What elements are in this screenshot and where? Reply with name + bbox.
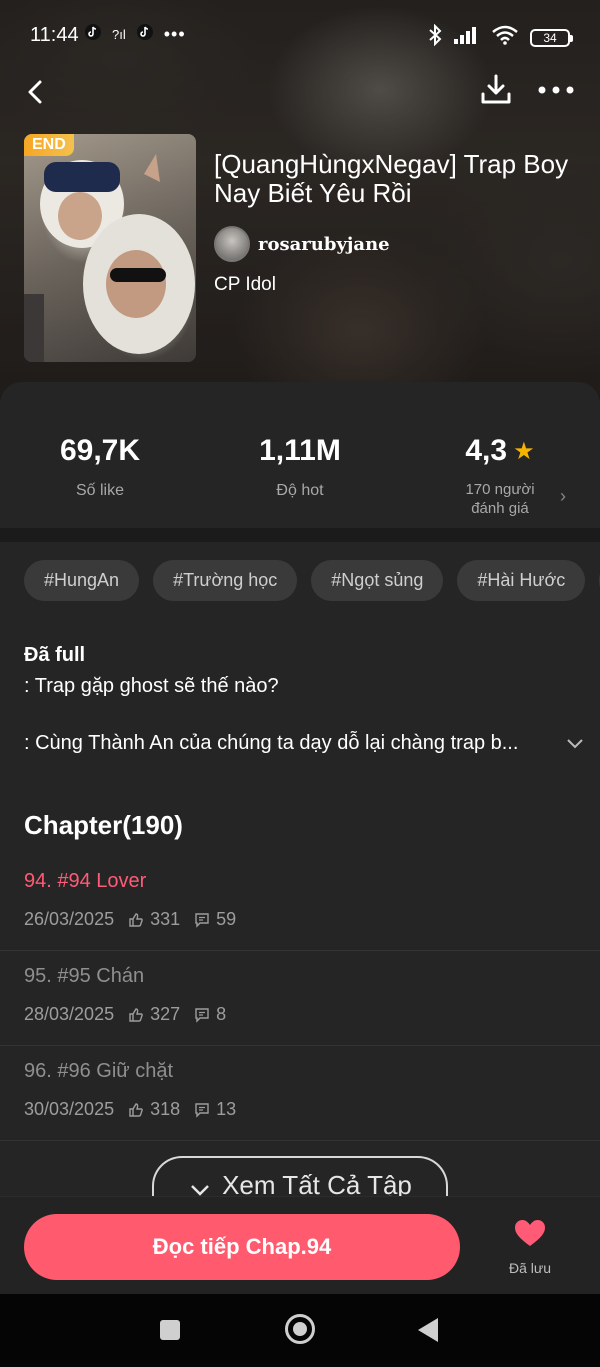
tiktok-icon xyxy=(136,23,154,46)
more-dots-icon: ••• xyxy=(163,24,186,44)
chapter-comments-count: 13 xyxy=(216,1099,237,1119)
tag-list: #HungAn #Trường học #Ngọt sủng #Hài Hước xyxy=(24,560,600,601)
comment-icon xyxy=(195,1102,209,1118)
chapter-comments-count: 59 xyxy=(216,909,237,929)
description-line-truncated: : Cùng Thành An của chúng ta dạy dỗ lại … xyxy=(24,732,584,755)
continue-reading-button[interactable]: Đọc tiếp Chap.94 xyxy=(24,1214,460,1280)
chapter-comments: 8 xyxy=(194,1004,226,1025)
tag-chip[interactable]: #Ngọt sủng xyxy=(311,560,444,601)
chapter-item[interactable]: 95. #95 Chán 28/03/2025 327 8 xyxy=(0,951,600,1046)
heart-icon xyxy=(515,1220,545,1246)
chapter-date: 30/03/2025 xyxy=(24,1099,115,1119)
rating-value: 4,3 xyxy=(465,434,508,467)
more-options-button[interactable] xyxy=(536,76,576,104)
description-line: : Trap gặp ghost sẽ thế nào? xyxy=(24,675,279,697)
chevron-right-icon[interactable]: › xyxy=(560,486,566,507)
chapter-comments: 59 xyxy=(194,909,236,930)
bottom-action-bar: Đọc tiếp Chap.94 Đã lưu xyxy=(0,1196,600,1294)
end-badge: END xyxy=(24,134,74,156)
comment-icon xyxy=(195,1007,209,1023)
home-button[interactable] xyxy=(285,1314,315,1344)
chapter-title: 96. #96 Giữ chặt xyxy=(24,1060,174,1082)
saved-label: Đã lưu xyxy=(508,1260,552,1276)
chapter-meta: 26/03/2025 331 59 xyxy=(24,909,576,930)
chapter-likes-count: 327 xyxy=(150,1004,181,1024)
tag-chip[interactable]: #HungAn xyxy=(24,560,140,601)
status-time: 11:44 xyxy=(30,24,79,46)
chevron-down-icon[interactable] xyxy=(566,738,584,750)
tag-chip[interactable]: #Trường học xyxy=(153,560,298,601)
story-title: [QuangHùngxNegav] Trap Boy Nay Biết Yêu … xyxy=(214,149,569,208)
stat-hot: 1,11M Độ hot xyxy=(200,434,400,500)
chapter-meta: 30/03/2025 318 13 xyxy=(24,1099,576,1120)
battery-level: 34 xyxy=(543,30,557,45)
rating-count: 170 người đánh giá xyxy=(400,480,600,518)
chapter-heading: Chapter(190) xyxy=(24,810,183,840)
chapter-date: 26/03/2025 xyxy=(24,909,115,929)
chapter-likes: 327 xyxy=(128,1004,180,1025)
top-nav xyxy=(0,70,600,114)
chapter-meta: 28/03/2025 327 8 xyxy=(24,1004,576,1025)
download-button[interactable] xyxy=(478,72,514,108)
chevron-left-icon xyxy=(28,80,42,104)
stat-likes: 69,7K Số like xyxy=(0,434,200,500)
chapter-comments-count: 8 xyxy=(216,1004,227,1024)
hot-value: 1,11M xyxy=(259,434,341,467)
wifi-icon xyxy=(492,25,518,50)
signal-icon xyxy=(454,26,480,49)
story-cover-image: END xyxy=(24,134,196,362)
status-right: 34 xyxy=(428,23,573,51)
author-name[interactable]: rosarubyjane xyxy=(258,234,390,255)
tiktok-icon xyxy=(84,23,102,46)
rating-count-line1: 170 người xyxy=(465,481,535,498)
comment-icon xyxy=(195,912,209,928)
cover-photo xyxy=(24,154,195,362)
stats-row: 69,7K Số like 1,11M Độ hot 4,3 ★ 170 ngư… xyxy=(0,382,600,528)
chapter-item[interactable]: 96. #96 Giữ chặt 30/03/2025 318 13 xyxy=(0,1046,600,1141)
thumbs-up-icon xyxy=(129,1007,143,1022)
stat-rating[interactable]: 4,3 ★ 170 người đánh giá xyxy=(400,434,600,518)
hot-label: Độ hot xyxy=(276,482,324,499)
author-avatar[interactable] xyxy=(214,226,250,262)
status-left-icons: ?ıl ••• xyxy=(84,23,186,46)
chapter-list: 94. #94 Lover 26/03/2025 331 59 95. #95 … xyxy=(0,856,600,1141)
story-category[interactable]: CP Idol xyxy=(214,274,276,296)
battery-icon: 34 xyxy=(530,28,573,47)
more-horizontal-icon xyxy=(538,86,574,94)
rating-row: 4,3 ★ xyxy=(400,434,600,468)
chapter-title: 95. #95 Chán xyxy=(24,965,145,987)
likes-label: Số like xyxy=(75,482,125,499)
section-divider xyxy=(0,528,600,542)
thumbs-up-icon xyxy=(129,1102,143,1117)
download-icon xyxy=(481,74,511,104)
chapter-likes-count: 318 xyxy=(150,1099,181,1119)
back-button[interactable] xyxy=(18,74,54,110)
system-nav-bar xyxy=(0,1294,600,1367)
chapter-likes: 331 xyxy=(128,909,180,930)
saved-button[interactable]: Đã lưu xyxy=(500,1219,560,1276)
author-row[interactable]: rosarubyjane xyxy=(214,226,390,262)
chapter-likes: 318 xyxy=(128,1099,180,1120)
description-title: Đã full xyxy=(24,644,86,666)
bluetooth-icon xyxy=(428,23,442,51)
chapter-comments: 13 xyxy=(194,1099,236,1120)
chapter-date: 28/03/2025 xyxy=(24,1004,115,1024)
details-panel: 69,7K Số like 1,11M Độ hot 4,3 ★ 170 ngư… xyxy=(0,382,600,1367)
rating-count-line2: đánh giá xyxy=(471,500,529,517)
tag-chip[interactable]: #Hài Hước xyxy=(457,560,586,601)
chapter-item[interactable]: 94. #94 Lover 26/03/2025 331 59 xyxy=(0,856,600,951)
story-description[interactable]: Đã full : Trap gặp ghost sẽ thế nào? : C… xyxy=(24,644,584,755)
chapter-title: 94. #94 Lover xyxy=(24,870,147,892)
description-text: : Cùng Thành An của chúng ta dạy dỗ lại … xyxy=(24,732,519,754)
chapter-likes-count: 331 xyxy=(150,909,181,929)
recent-apps-button[interactable] xyxy=(160,1320,180,1340)
signal-question-icon: ?ıl xyxy=(112,27,126,42)
system-back-button[interactable] xyxy=(418,1318,438,1342)
star-icon: ★ xyxy=(513,437,535,465)
likes-value: 69,7K xyxy=(59,434,141,467)
thumbs-up-icon xyxy=(129,912,143,927)
status-bar: 11:44 ?ıl ••• 34 xyxy=(0,18,600,54)
